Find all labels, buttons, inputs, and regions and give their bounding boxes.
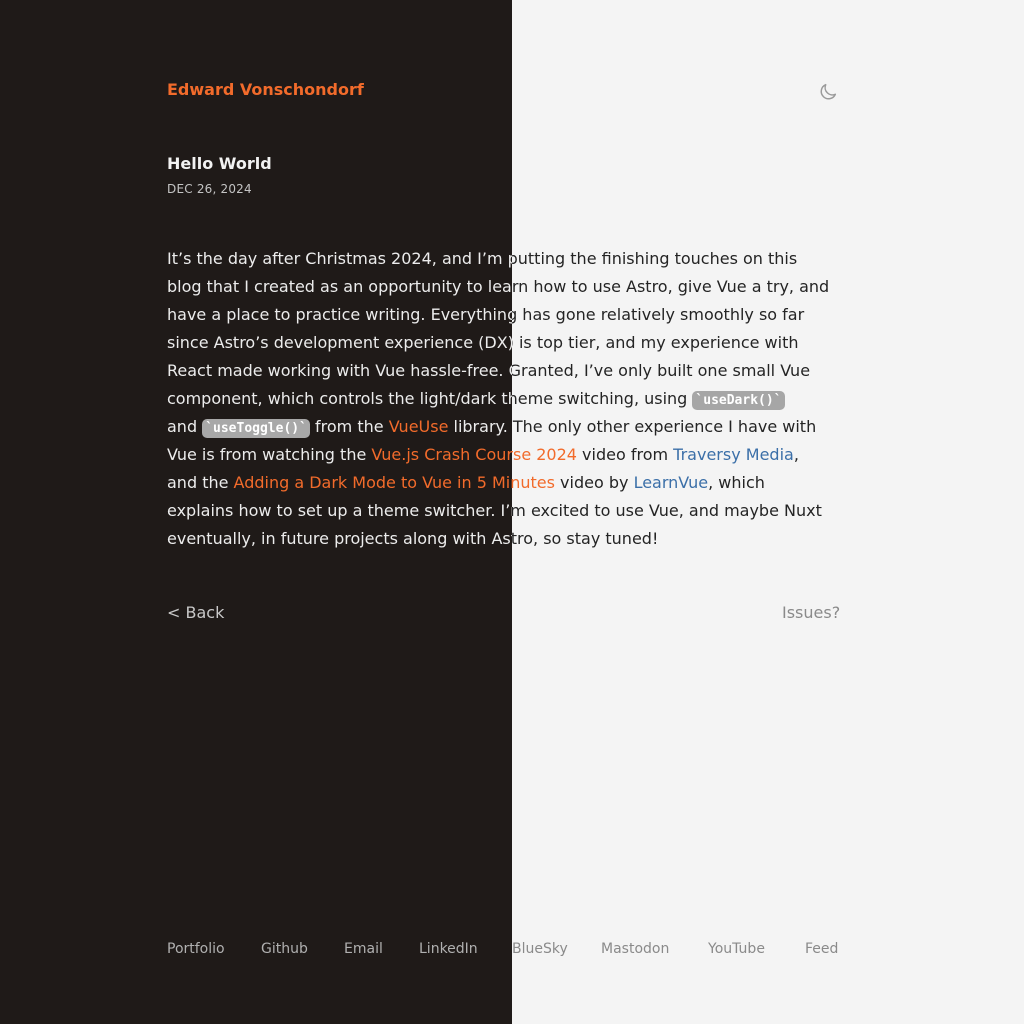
body-line: blog that I created as an opportunity to… [167,277,512,296]
traversy-media-link[interactable]: Traversy Media [673,445,794,464]
page: Edward Vonschondorf Hello World DEC 26, … [512,0,1024,1024]
body-text: , [793,445,799,464]
body-text: library. The only other experience I hav… [512,417,817,436]
body-line: eventually, in future projects along wit… [167,529,512,548]
body-line: React made working with Vue hassle-free.… [512,361,811,380]
body-text: video from [576,445,674,464]
footer-link-linkedin[interactable]: LinkedIn [419,941,478,957]
body-line: Vue is from watching the Vue.js Crash Co… [512,441,799,469]
footer-link-feed[interactable]: Feed [805,941,838,957]
body-text: component, which controls the light/dark… [512,389,688,408]
footer-link-portfolio[interactable]: Portfolio [167,941,225,957]
body-line: React made working with Vue hassle-free.… [167,361,512,380]
body-line: explains how to set up a theme switcher.… [512,501,822,520]
body-line: and `useToggle()` from the VueUse librar… [512,413,816,441]
body-line: have a place to practice writing. Everyt… [167,305,512,324]
footer-link-bluesky[interactable]: BlueSky [512,941,568,957]
body-line: since Astro’s development experience (DX… [167,333,512,352]
body-line: It’s the day after Christmas 2024, and I… [167,249,512,268]
post-title: Hello World [167,154,272,173]
footer-link-email[interactable]: Email [344,941,383,957]
footer-link-mastodon[interactable]: Mastodon [601,941,669,957]
body-line: component, which controls the light/dark… [167,385,512,413]
moon-icon[interactable] [817,81,839,103]
body-text: video by [554,473,634,492]
body-line: have a place to practice writing. Everyt… [512,305,805,324]
light-theme-half: Edward Vonschondorf Hello World DEC 26, … [512,0,1024,1024]
body-text: from the [309,417,389,436]
body-text: component, which controls the light/dark… [167,389,512,408]
body-text: and the [167,473,234,492]
body-text: , which [708,473,765,492]
body-line: component, which controls the light/dark… [512,385,785,413]
vueuse-link[interactable]: VueUse [389,417,449,436]
dark-theme-half: Edward Vonschondorf Hello World DEC 26, … [0,0,512,1024]
body-line: since Astro’s development experience (DX… [512,333,799,352]
learnvue-link[interactable]: LearnVue [634,473,709,492]
body-line: and the Adding a Dark Mode to Vue in 5 M… [167,469,512,497]
dark-mode-video-link[interactable]: Adding a Dark Mode to Vue in 5 Minutes [512,473,555,492]
body-line: Vue is from watching the Vue.js Crash Co… [167,441,512,469]
crash-course-link[interactable]: Vue.js Crash Course 2024 [371,445,512,464]
body-line: blog that I created as an opportunity to… [512,277,830,296]
body-line: and the Adding a Dark Mode to Vue in 5 M… [512,469,765,497]
footer-link-github[interactable]: Github [261,941,308,957]
body-line: explains how to set up a theme switcher.… [167,501,512,520]
crash-course-link[interactable]: Vue.js Crash Course 2024 [512,445,577,464]
body-text: library. The only other experience I hav… [453,417,513,436]
back-link[interactable]: < Back [167,603,224,622]
body-line: and `useToggle()` from the VueUse librar… [167,413,512,441]
site-title-link[interactable]: Edward Vonschondorf [167,80,364,99]
body-line: It’s the day after Christmas 2024, and I… [512,249,798,268]
page: Edward Vonschondorf Hello World DEC 26, … [0,0,512,1024]
body-text: Vue is from watching the [167,445,372,464]
code-use-dark: `useDark()` [692,391,785,410]
post-date: DEC 26, 2024 [167,182,252,196]
body-line: eventually, in future projects along wit… [512,529,659,548]
code-use-toggle: `useToggle()` [202,419,310,438]
body-text: and [167,417,203,436]
issues-link[interactable]: Issues? [782,603,840,622]
footer-link-youtube[interactable]: YouTube [708,941,765,957]
dark-mode-video-link[interactable]: Adding a Dark Mode to Vue in 5 Minutes [234,473,512,492]
